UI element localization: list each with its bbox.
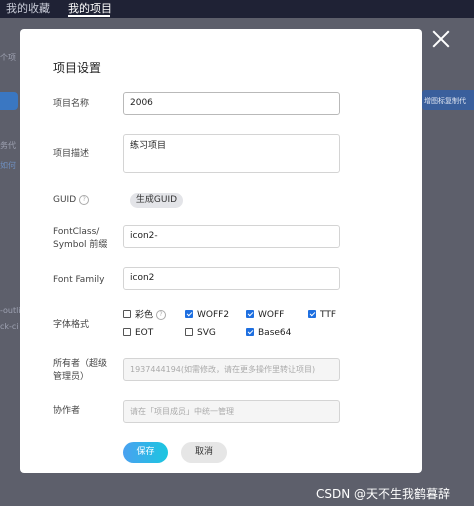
bg-fragment: 如何 <box>0 161 16 170</box>
bg-blue-button <box>0 92 18 110</box>
help-icon: ? <box>79 194 90 205</box>
checkbox-checked-icon <box>246 309 254 318</box>
checkbox-svg[interactable]: SVG <box>185 327 216 339</box>
save-button[interactable]: 保存 <box>123 442 168 463</box>
checkbox-ttf[interactable]: TTF <box>308 309 336 321</box>
checkbox-woff2[interactable]: WOFF2 <box>185 309 229 321</box>
bg-fragment: 务代 <box>0 141 16 150</box>
cancel-button[interactable]: 取消 <box>181 442 227 463</box>
checkbox-checked-icon <box>185 309 193 318</box>
generate-guid-button[interactable]: 生成GUID <box>130 193 183 208</box>
bg-tab-underline <box>68 15 110 17</box>
prefix-label: FontClass/Symbol 前缀 <box>53 227 108 250</box>
bg-tab-my-projects: 我的项目 <box>68 2 112 15</box>
checkbox-checked-icon <box>308 309 316 318</box>
owner-input: 1937444194(如需修改，请在更多操作里转让项目) <box>123 358 340 381</box>
bg-fragment: 增图标复制代 <box>424 97 466 105</box>
owner-label: 所有者（超级 管理员） <box>53 359 108 382</box>
project-description-label: 项目描述 <box>53 149 90 159</box>
collaborator-label: 协作者 <box>53 406 81 416</box>
csdn-watermark: CSDN @天不生我鹤暮辞 <box>316 487 451 501</box>
font-family-label: Font Family <box>53 275 105 285</box>
project-name-label: 项目名称 <box>53 99 90 109</box>
font-family-input[interactable]: icon2 <box>123 267 340 290</box>
close-icon[interactable] <box>430 28 452 50</box>
guid-label: GUID? <box>53 194 90 207</box>
prefix-input[interactable]: icon2- <box>123 225 340 248</box>
checkbox-checked-icon <box>246 327 254 336</box>
help-icon: ? <box>156 310 167 320</box>
dialog-title: 项目设置 <box>53 61 102 75</box>
checkbox-icon <box>123 310 131 318</box>
project-name-input[interactable]: 2006 <box>123 92 340 115</box>
checkbox-icon <box>185 327 193 336</box>
bg-tab-favorites: 我的收藏 <box>6 2 50 15</box>
checkbox-eot[interactable]: EOT <box>123 327 153 339</box>
font-format-label: 字体格式 <box>53 320 90 330</box>
checkbox-icon <box>123 327 131 336</box>
bg-fragment: -outli <box>0 306 21 315</box>
checkbox-base64[interactable]: Base64 <box>246 327 291 339</box>
bg-fragment: ck-ci <box>0 322 19 331</box>
bg-fragment: 个项 <box>0 53 16 62</box>
collaborator-input[interactable]: 请在「项目成员」中统一管理 <box>123 400 340 423</box>
project-description-textarea[interactable]: 练习项目 <box>123 134 340 173</box>
project-settings-dialog: 项目设置 项目名称 2006 项目描述 练习项目 GUID? 生成GUID Fo… <box>20 29 422 473</box>
checkbox-woff[interactable]: WOFF <box>246 309 284 321</box>
checkbox-color[interactable]: 彩色? <box>123 310 167 322</box>
